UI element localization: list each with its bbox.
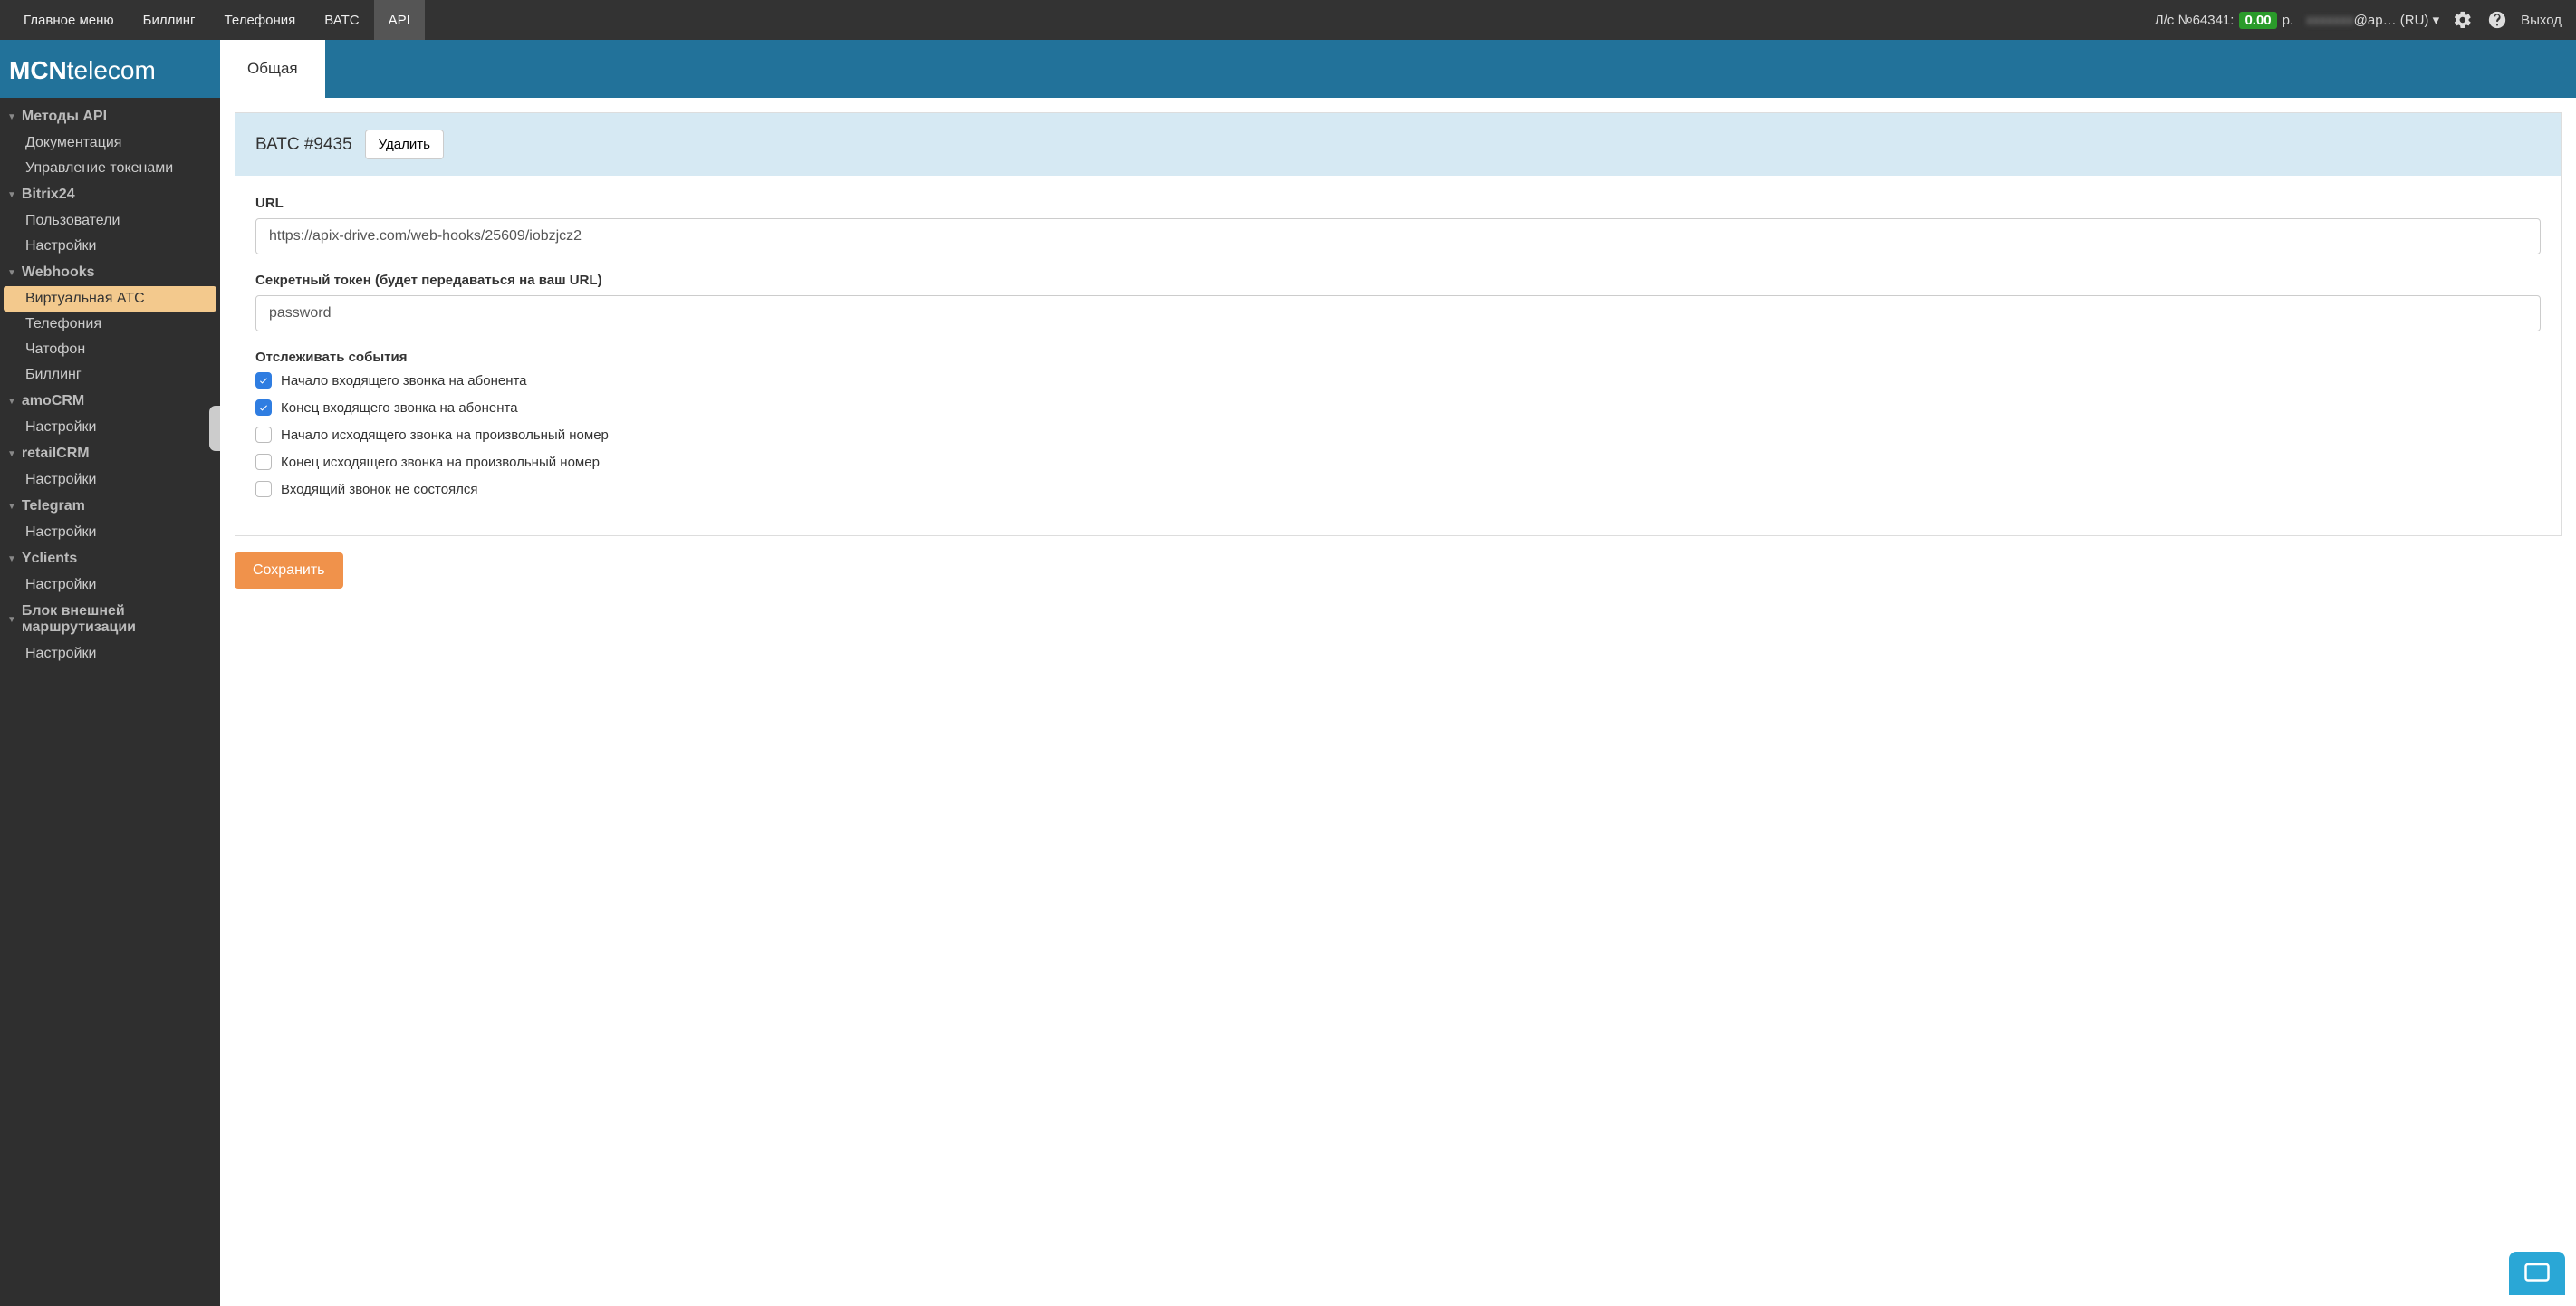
sidebar-item[interactable]: Телефония (0, 312, 220, 337)
checkbox[interactable] (255, 481, 272, 497)
sidebar-group[interactable]: ▼Webhooks (0, 259, 220, 286)
caret-down-icon: ▼ (7, 112, 16, 122)
topbar-item-4[interactable]: API (374, 0, 425, 40)
sidebar-group[interactable]: ▼Yclients (0, 545, 220, 572)
checkbox[interactable] (255, 399, 272, 416)
caret-down-icon: ▼ (7, 615, 16, 625)
checkbox-label: Начало исходящего звонка на произвольный… (281, 427, 609, 443)
sidebar: ▼Методы APIДокументацияУправление токена… (0, 98, 220, 1306)
events-label: Отслеживать события (255, 350, 2541, 365)
topbar-item-2[interactable]: Телефония (210, 0, 311, 40)
event-checkbox-row: Конец входящего звонка на абонента (255, 399, 2541, 416)
sidebar-resize-handle[interactable] (209, 406, 220, 451)
sidebar-group[interactable]: ▼Методы API (0, 103, 220, 130)
sidebar-group[interactable]: ▼Bitrix24 (0, 181, 220, 208)
save-button[interactable]: Сохранить (235, 552, 343, 589)
checkbox[interactable] (255, 372, 272, 389)
event-checkbox-row: Начало исходящего звонка на произвольный… (255, 427, 2541, 443)
sidebar-item[interactable]: Управление токенами (0, 156, 220, 181)
main-content: ВАТС #9435 Удалить URL Секретный токен (… (220, 98, 2576, 1306)
sidebar-item[interactable]: Виртуальная АТС (4, 286, 216, 312)
sidebar-group[interactable]: ▼Блок внешней маршрутизации (0, 598, 220, 641)
event-checkbox-row: Входящий звонок не состоялся (255, 481, 2541, 497)
chat-widget[interactable] (2509, 1252, 2565, 1295)
account-label: Л/с №64341: (2155, 13, 2235, 28)
sidebar-item[interactable]: Биллинг (0, 362, 220, 388)
event-checkbox-row: Начало входящего звонка на абонента (255, 372, 2541, 389)
checkbox-label: Начало входящего звонка на абонента (281, 373, 527, 389)
panel-title: ВАТС #9435 (255, 135, 352, 155)
balance-currency: р. (2283, 13, 2294, 28)
topbar-item-1[interactable]: Биллинг (129, 0, 210, 40)
webhook-panel: ВАТС #9435 Удалить URL Секретный токен (… (235, 112, 2562, 536)
gear-icon[interactable] (2452, 9, 2474, 31)
chevron-down-icon: ▾ (2433, 13, 2440, 28)
url-input[interactable] (255, 218, 2541, 254)
help-icon[interactable] (2486, 9, 2508, 31)
logo: MCNtelecom (0, 56, 220, 98)
sidebar-group[interactable]: ▼Telegram (0, 493, 220, 520)
caret-down-icon: ▼ (7, 268, 16, 278)
checkbox-label: Конец исходящего звонка на произвольный … (281, 455, 600, 470)
header-band: MCNtelecom Общая (0, 40, 2576, 98)
tab-general[interactable]: Общая (220, 40, 325, 98)
sidebar-item[interactable]: Чатофон (0, 337, 220, 362)
checkbox-label: Входящий звонок не состоялся (281, 482, 478, 497)
sidebar-item[interactable]: Настройки (0, 467, 220, 493)
caret-down-icon: ▼ (7, 190, 16, 200)
url-label: URL (255, 196, 2541, 211)
delete-button[interactable]: Удалить (365, 130, 444, 159)
sidebar-group[interactable]: ▼retailCRM (0, 440, 220, 467)
sidebar-item[interactable]: Пользователи (0, 208, 220, 234)
balance-badge: 0.00 (2239, 12, 2276, 29)
sidebar-item[interactable]: Документация (0, 130, 220, 156)
sidebar-item[interactable]: Настройки (0, 415, 220, 440)
event-checkbox-row: Конец исходящего звонка на произвольный … (255, 454, 2541, 470)
sidebar-item[interactable]: Настройки (0, 572, 220, 598)
user-menu[interactable]: xxxxxxx@ap… (RU) ▾ (2306, 12, 2439, 28)
topbar: Главное менюБиллингТелефонияВАТСAPI Л/с … (0, 0, 2576, 40)
sidebar-group[interactable]: ▼amoCRM (0, 388, 220, 415)
token-input[interactable] (255, 295, 2541, 331)
sidebar-item[interactable]: Настройки (0, 234, 220, 259)
panel-header: ВАТС #9435 Удалить (235, 113, 2561, 176)
sidebar-item[interactable]: Настройки (0, 641, 220, 667)
topbar-item-3[interactable]: ВАТС (310, 0, 373, 40)
caret-down-icon: ▼ (7, 449, 16, 459)
logout-link[interactable]: Выход (2521, 13, 2567, 28)
checkbox[interactable] (255, 427, 272, 443)
caret-down-icon: ▼ (7, 502, 16, 512)
checkbox-label: Конец входящего звонка на абонента (281, 400, 518, 416)
token-label: Секретный токен (будет передаваться на в… (255, 273, 2541, 288)
account-balance: Л/с №64341: 0.00 р. (2155, 12, 2293, 29)
caret-down-icon: ▼ (7, 397, 16, 407)
checkbox[interactable] (255, 454, 272, 470)
caret-down-icon: ▼ (7, 554, 16, 564)
sidebar-item[interactable]: Настройки (0, 520, 220, 545)
topbar-item-0[interactable]: Главное меню (9, 0, 129, 40)
